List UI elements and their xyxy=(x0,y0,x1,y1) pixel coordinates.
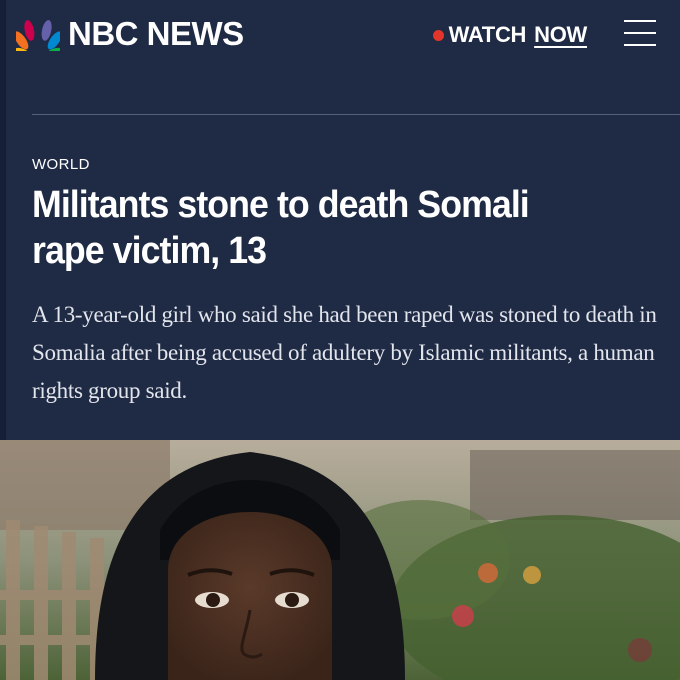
article-headline[interactable]: Militants stone to death Somali rape vic… xyxy=(32,182,596,274)
top-navigation: NBC NEWS WATCH NOW xyxy=(0,0,680,72)
hamburger-menu-icon[interactable] xyxy=(624,18,656,48)
header-divider xyxy=(32,114,680,115)
article-page: NBC NEWS WATCH NOW WORLD Militants stone… xyxy=(0,0,680,680)
nbc-peacock-icon xyxy=(16,20,60,51)
watch-now-label: NOW xyxy=(534,22,587,47)
live-dot-icon xyxy=(432,29,444,41)
watch-now-link[interactable]: WATCH NOW xyxy=(432,22,587,48)
nbc-news-logo-link[interactable]: NBC NEWS xyxy=(16,16,244,52)
brand-name: NBC NEWS xyxy=(68,15,244,52)
section-label[interactable]: WORLD xyxy=(32,156,90,173)
hero-image[interactable] xyxy=(0,440,680,680)
article-dek: A 13-year-old girl who said she had been… xyxy=(32,302,657,403)
watch-label: WATCH xyxy=(448,22,527,47)
hero-photo-illustration xyxy=(0,440,680,680)
